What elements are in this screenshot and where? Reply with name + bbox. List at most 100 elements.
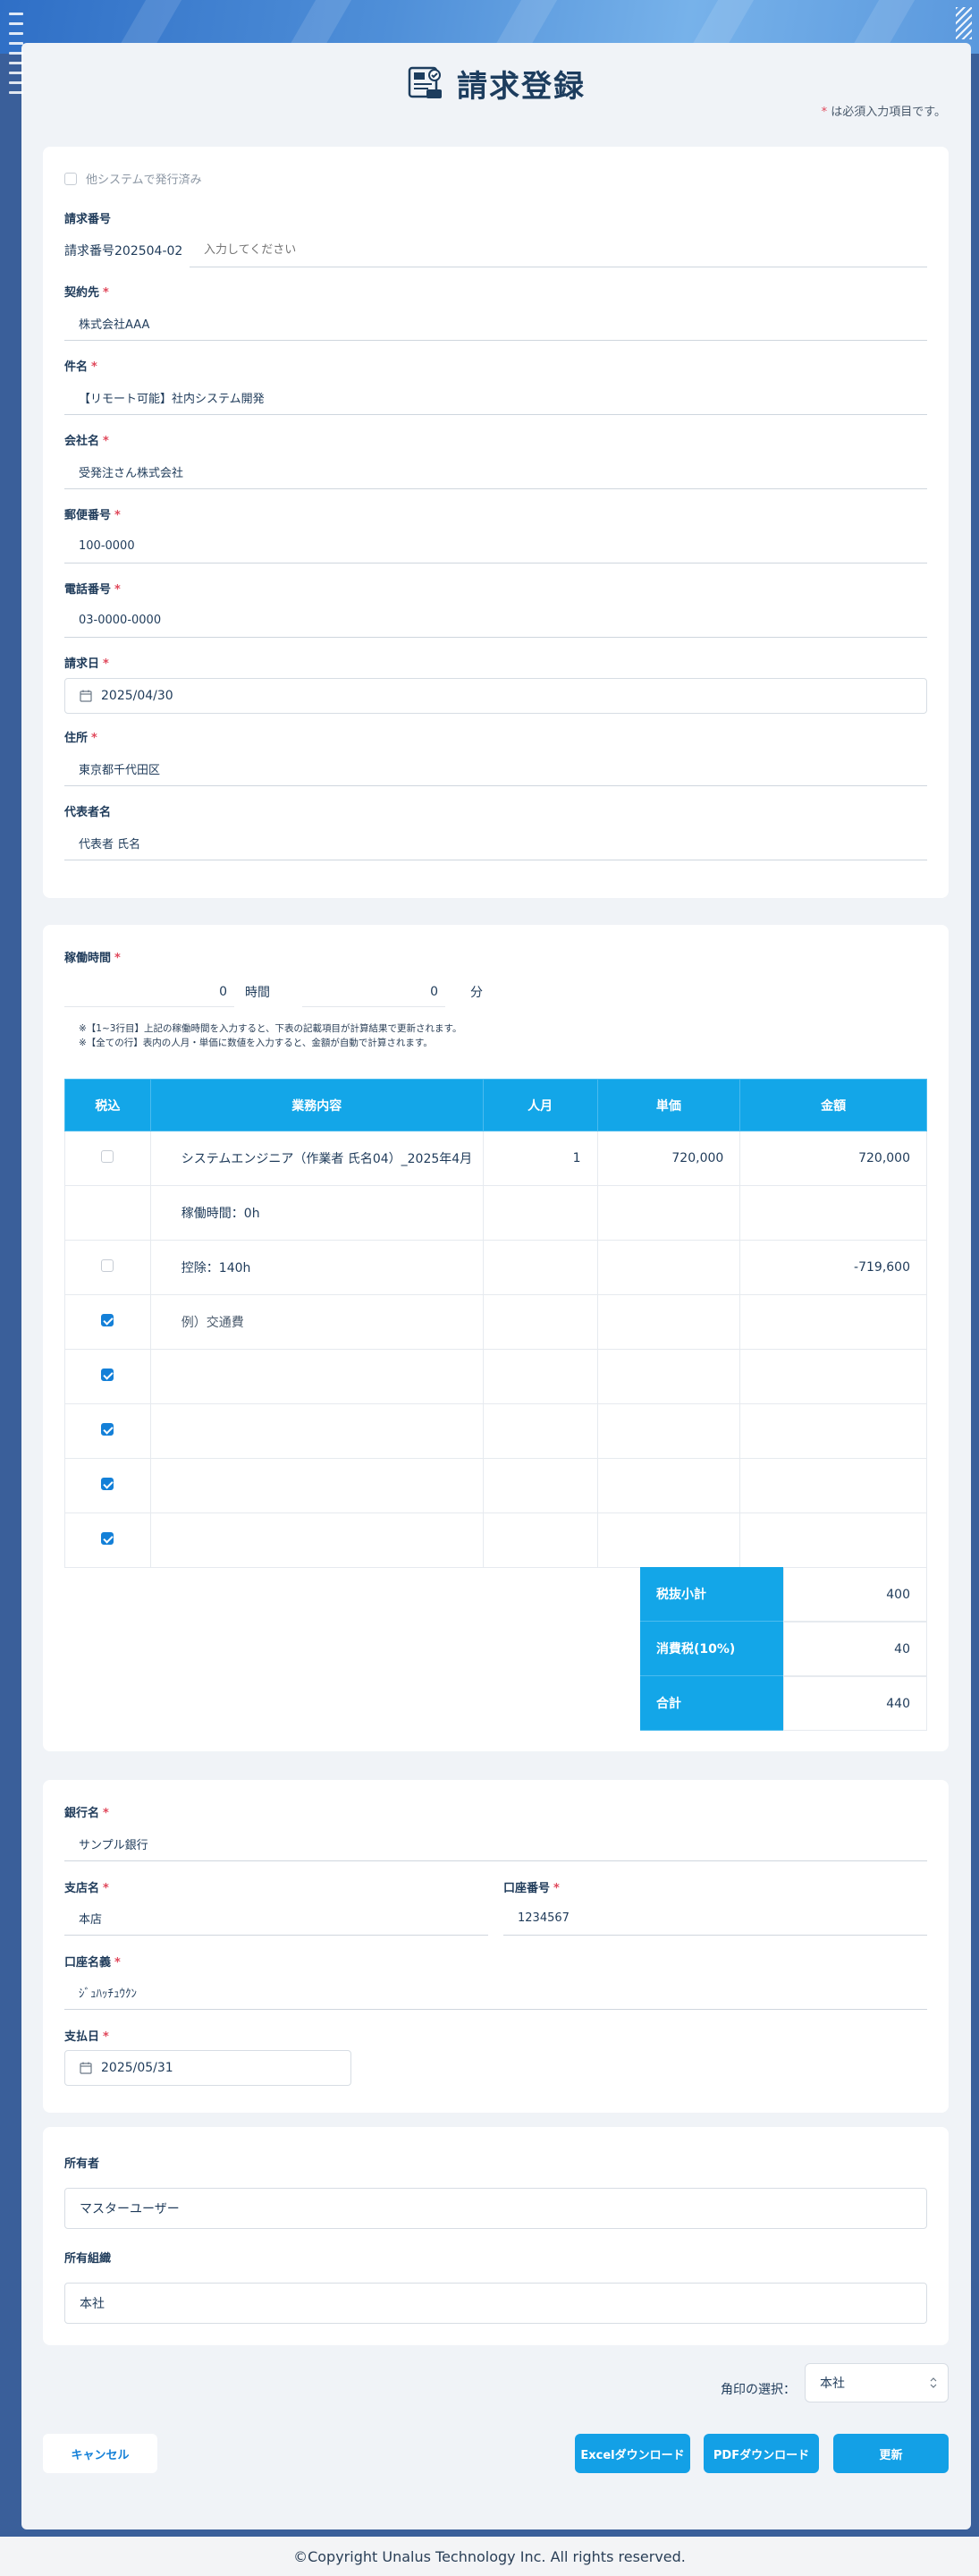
subtotal-label: 税抜小計 — [640, 1567, 783, 1622]
pay-date-picker[interactable]: 2025/05/31 — [64, 2050, 351, 2086]
tax-value: 40 — [783, 1622, 927, 1676]
price-cell[interactable] — [596, 1294, 741, 1350]
desc-cell[interactable] — [149, 1349, 484, 1404]
pay-date-value: 2025/05/31 — [101, 2061, 173, 2075]
tax-included-cell — [64, 1131, 151, 1186]
amount-cell[interactable] — [739, 1185, 927, 1241]
address-field[interactable]: 東京都千代田区 — [64, 752, 927, 786]
stamp-select-value: 本社 — [820, 2377, 845, 2391]
table-row: 例）交通費 — [64, 1294, 927, 1350]
price-cell[interactable] — [596, 1185, 741, 1241]
account-no-field[interactable]: 1234567 — [503, 1902, 927, 1936]
excel-download-button[interactable]: Excelダウンロード — [575, 2434, 690, 2473]
work-time-label: 稼働時間 * — [64, 952, 121, 965]
price-cell[interactable] — [596, 1240, 741, 1295]
tax-row: 消費税(10%) 40 — [640, 1622, 927, 1676]
amount-cell[interactable] — [739, 1403, 927, 1459]
amount-cell[interactable] — [739, 1349, 927, 1404]
qty-cell[interactable]: 1 — [482, 1131, 598, 1186]
branch-label: 支店名 * — [64, 1882, 109, 1895]
phone-field[interactable]: 03-0000-0000 — [64, 604, 927, 638]
items-card: 稼働時間 * 0 時間 0 分 ※【1~3行目】上記の稼働時間を入力すると、下表の… — [43, 925, 949, 1751]
pdf-download-button[interactable]: PDFダウンロード — [704, 2434, 819, 2473]
issued-checkbox[interactable] — [64, 172, 77, 185]
tax-included-checkbox[interactable] — [101, 1259, 114, 1272]
invoice-date-picker[interactable]: 2025/04/30 — [64, 678, 927, 714]
account-no-label: 口座番号 * — [503, 1882, 560, 1895]
desc-cell[interactable] — [149, 1403, 484, 1459]
qty-cell[interactable] — [482, 1185, 598, 1241]
invoice-no-prefix: 請求番号202504-02 — [64, 244, 183, 258]
total-row: 合計 440 — [640, 1676, 927, 1731]
table-row — [64, 1458, 927, 1513]
qty-cell[interactable] — [482, 1294, 598, 1350]
owner-field[interactable]: マスターユーザー — [64, 2188, 927, 2229]
work-minutes-input[interactable]: 0 — [302, 977, 445, 1007]
desc-cell[interactable]: 控除：140h — [149, 1240, 484, 1295]
subtotal-value: 400 — [783, 1567, 927, 1622]
owner-label: 所有者 — [64, 2157, 100, 2171]
tax-included-checkbox[interactable] — [101, 1478, 114, 1490]
qty-cell[interactable] — [482, 1240, 598, 1295]
postal-field[interactable]: 100-0000 — [64, 530, 927, 564]
header-price: 単価 — [596, 1079, 741, 1131]
header-amount: 金額 — [739, 1079, 927, 1131]
representative-field[interactable]: 代表者 氏名 — [64, 826, 927, 860]
tax-included-cell — [64, 1513, 151, 1568]
desc-cell[interactable]: システムエンジニア（作業者 氏名04）_2025年4月 — [149, 1131, 484, 1186]
tax-included-checkbox[interactable] — [101, 1150, 114, 1163]
issued-checkbox-label: 他システムで発行済み — [86, 174, 202, 187]
menu-icon[interactable] — [9, 13, 23, 94]
bank-name-field[interactable]: サンプル銀行 — [64, 1827, 927, 1861]
subject-field[interactable]: 【リモート可能】社内システム開発 — [64, 381, 927, 415]
tax-included-checkbox[interactable] — [101, 1368, 114, 1381]
work-note-1: ※【1~3行目】上記の稼働時間を入力すると、下表の記載項目が計算結果で更新されま… — [79, 1023, 462, 1034]
org-field[interactable]: 本社 — [64, 2283, 927, 2324]
company-field[interactable]: 受発注さん株式会社 — [64, 455, 927, 489]
tax-included-checkbox[interactable] — [101, 1423, 114, 1436]
qty-cell[interactable] — [482, 1403, 598, 1459]
basic-info-card: 他システムで発行済み 請求番号 請求番号202504-02 契約先* 株式会社A… — [43, 147, 949, 898]
price-cell[interactable] — [596, 1403, 741, 1459]
contractor-field[interactable]: 株式会社AAA — [64, 307, 927, 341]
tax-included-checkbox[interactable] — [101, 1314, 114, 1326]
price-cell[interactable] — [596, 1349, 741, 1404]
price-cell[interactable] — [596, 1458, 741, 1513]
update-button[interactable]: 更新 — [833, 2434, 949, 2473]
amount-cell[interactable]: -719,600 — [739, 1240, 927, 1295]
pay-date-label: 支払日 * — [64, 2030, 109, 2044]
price-cell[interactable]: 720,000 — [596, 1131, 741, 1186]
work-hours-input[interactable]: 0 — [64, 977, 234, 1007]
qty-cell[interactable] — [482, 1513, 598, 1568]
tax-included-checkbox[interactable] — [101, 1532, 114, 1545]
total-label: 合計 — [640, 1676, 783, 1731]
page-title-text: 請求登録 — [457, 68, 586, 105]
account-name-field[interactable]: ｼﾞｭﾊｯﾁｭｳｸﾝ — [64, 1976, 927, 2010]
table-row — [64, 1403, 927, 1459]
stamp-select-label: 角印の選択： — [721, 2383, 796, 2397]
invoice-date-value: 2025/04/30 — [101, 689, 173, 703]
branch-field[interactable]: 本店 — [64, 1902, 488, 1936]
amount-cell[interactable] — [739, 1513, 927, 1568]
amount-cell[interactable] — [739, 1294, 927, 1350]
tax-included-cell — [64, 1185, 151, 1241]
stamp-select[interactable]: 本社 — [805, 2363, 949, 2402]
amount-cell[interactable]: 720,000 — [739, 1131, 927, 1186]
subject-label: 件名 * — [64, 360, 97, 374]
invoice-no-input[interactable] — [190, 233, 927, 267]
table-row: 稼働時間：0h — [64, 1185, 927, 1241]
issued-checkbox-row[interactable]: 他システムで発行済み — [64, 170, 202, 187]
desc-cell[interactable]: 例）交通費 — [149, 1294, 484, 1350]
work-hours-unit: 時間 — [245, 986, 270, 1000]
contractor-label: 契約先 * — [64, 286, 109, 300]
desc-cell[interactable]: 稼働時間：0h — [149, 1185, 484, 1241]
desc-cell[interactable] — [149, 1513, 484, 1568]
header-qty: 人月 — [482, 1079, 598, 1131]
amount-cell[interactable] — [739, 1458, 927, 1513]
desc-cell[interactable] — [149, 1458, 484, 1513]
qty-cell[interactable] — [482, 1349, 598, 1404]
cancel-button[interactable]: キャンセル — [43, 2434, 157, 2473]
account-name-label: 口座名義 * — [64, 1956, 121, 1970]
qty-cell[interactable] — [482, 1458, 598, 1513]
price-cell[interactable] — [596, 1513, 741, 1568]
